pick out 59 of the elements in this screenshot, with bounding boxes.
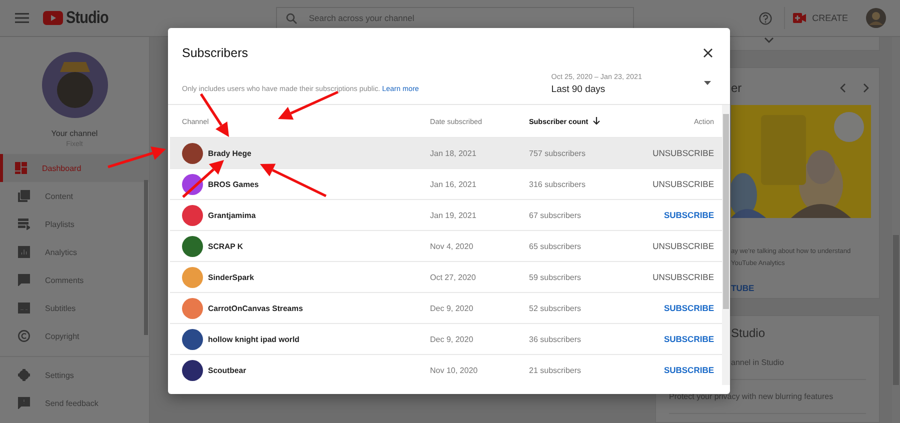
- card-title: er: [731, 81, 742, 95]
- search-icon: [286, 12, 297, 24]
- subscribe-button[interactable]: SUBSCRIBE: [664, 207, 714, 223]
- avatar[interactable]: [182, 360, 203, 380]
- table-cell-text: 67 subscribers: [529, 210, 582, 220]
- table-cell-text: Jan 16, 2021: [430, 180, 478, 188]
- help-icon[interactable]: [759, 12, 772, 24]
- annotation-arrow: [260, 164, 327, 198]
- table-cell-text: Nov 4, 2020: [430, 242, 474, 250]
- subtitles-icon: [18, 302, 30, 314]
- search-field[interactable]: Search across your channel: [276, 7, 634, 29]
- table-cell-text: 21 subscribers: [529, 366, 582, 374]
- unsubscribe-button[interactable]: UNSUBSCRIBE: [652, 176, 714, 192]
- chevron-left-icon[interactable]: [840, 83, 846, 93]
- unsubscribe-button[interactable]: UNSUBSCRIBE: [652, 269, 714, 285]
- card-title: Studio: [731, 326, 766, 340]
- table-cell-text: 59 subscribers: [529, 272, 582, 282]
- annotation-arrow: [278, 90, 339, 120]
- scrollbar[interactable]: [722, 105, 730, 385]
- channel-avatar[interactable]: [42, 52, 108, 118]
- feedback-icon: [18, 397, 30, 409]
- channel-title: Your channel: [51, 129, 98, 138]
- table-cell-text: Dec 9, 2020: [430, 334, 474, 344]
- unsubscribe-button[interactable]: UNSUBSCRIBE: [652, 238, 714, 254]
- table-cell-text: 52 subscribers: [529, 304, 582, 312]
- subscribe-button[interactable]: SUBSCRIBE: [664, 300, 714, 316]
- dashboard-icon: [15, 162, 27, 174]
- dialog-title: Subscribers: [182, 46, 248, 60]
- bar-chart-icon: [18, 246, 30, 258]
- close-icon[interactable]: [703, 48, 713, 58]
- table-cell-text: 316 subscribers: [529, 180, 586, 188]
- copyright-icon: [18, 330, 30, 342]
- table-cell-text: Jan 19, 2021: [430, 210, 478, 220]
- avatar[interactable]: [182, 142, 203, 164]
- table-cell-text: 65 subscribers: [529, 242, 582, 250]
- table-cell-text: Oct 27, 2020: [430, 272, 477, 282]
- subscribe-button[interactable]: SUBSCRIBE: [664, 331, 714, 347]
- settings-icon: [18, 369, 30, 381]
- unsubscribe-button[interactable]: UNSUBSCRIBE: [652, 145, 714, 161]
- avatar[interactable]: [182, 236, 203, 256]
- chevron-down-icon[interactable]: [764, 37, 774, 43]
- video-camera-icon: [793, 13, 806, 23]
- table-cell-text: Nov 10, 2020: [430, 366, 479, 374]
- comment-icon: [18, 274, 30, 286]
- content-icon: [18, 190, 30, 202]
- menu-icon[interactable]: [15, 12, 29, 24]
- chevron-right-icon[interactable]: [863, 83, 869, 93]
- table-cell-text: 757 subscribers: [529, 148, 586, 158]
- playlist-icon: [18, 218, 30, 230]
- table-cell-text: Jan 18, 2021: [430, 148, 478, 158]
- logo-text: Studio: [66, 8, 108, 28]
- subscribe-button[interactable]: SUBSCRIBE: [664, 362, 714, 378]
- caret-icon: [704, 81, 711, 85]
- arrow-down-icon: [593, 117, 600, 125]
- table-cell-text: Dec 9, 2020: [430, 304, 474, 312]
- avatar[interactable]: [182, 328, 203, 350]
- annotation-arrow: [108, 146, 166, 168]
- logo-icon: [43, 11, 63, 25]
- table-cell-text: 36 subscribers: [529, 334, 582, 344]
